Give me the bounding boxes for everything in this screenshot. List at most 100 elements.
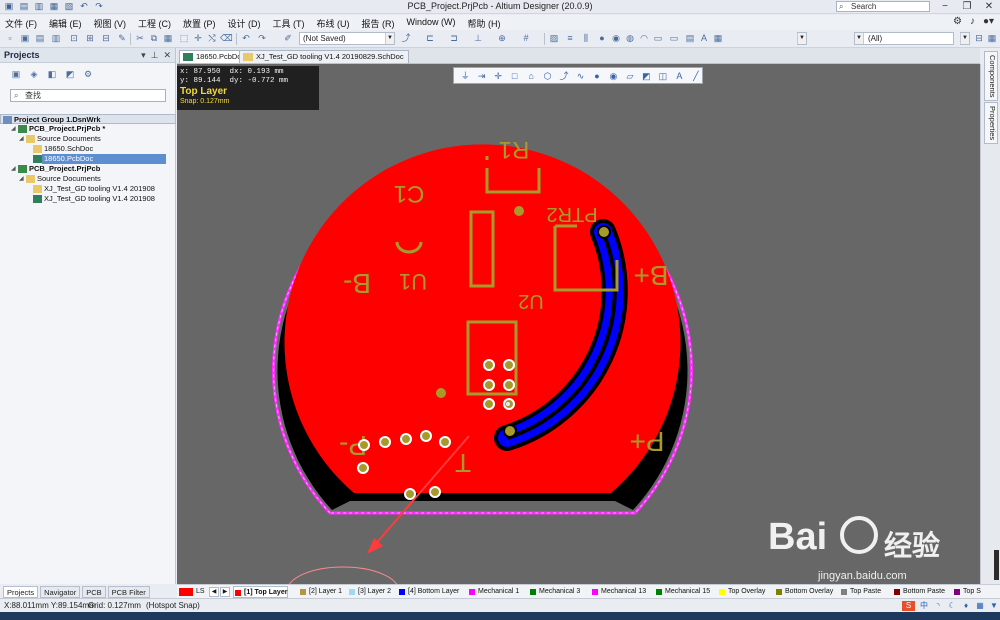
search-input[interactable]: ⌕ Search [836,1,930,12]
route-icon[interactable]: ⤴ [400,33,412,44]
folder-icon[interactable]: ◩ [64,69,76,80]
component-icon[interactable]: ▤ [684,33,696,44]
interactive-route-icon[interactable]: ⤴ [558,70,570,82]
zoom-selected-icon[interactable]: ⊟ [100,33,112,44]
language-icon[interactable]: 中 [919,601,929,611]
hatch-icon[interactable]: ▨ [548,33,560,44]
pin-icon[interactable]: ⊥ [151,48,159,63]
pad-icon[interactable]: ● [596,33,608,44]
menu-edit[interactable]: 编辑 (E) [49,17,82,30]
restore-button[interactable]: ❐ [956,0,978,13]
paste-icon[interactable]: ▦ [162,33,174,44]
zoom-fit-icon[interactable]: ⊡ [68,33,80,44]
tree-item-document[interactable]: 18650.PcbDoc [0,154,176,164]
menu-reports[interactable]: 报告 (R) [362,17,395,30]
close-icon[interactable]: ✕ [163,48,171,63]
chevron-down-icon[interactable]: ▼ [855,33,864,44]
layer-tab-layer-2[interactable]: [3] Layer 2 [348,586,391,598]
place-icon[interactable]: ⊥ [472,33,484,44]
menu-view[interactable]: 视图 (V) [94,17,127,30]
diff-pair-icon[interactable]: ≡ [564,33,576,44]
line-icon[interactable]: ╱ [690,70,702,82]
menu-design[interactable]: 设计 (D) [228,17,261,30]
collapse-arrow-icon[interactable]: ◢ [11,164,16,174]
layer-tab-mechanical-15[interactable]: Mechanical 15 [655,586,710,598]
tree-item-project[interactable]: ◢ PCB_Project.PrjPcb [0,164,176,174]
keyboard-icon[interactable]: ▦ [975,601,985,611]
layer-tab-top-overlay[interactable]: Top Overlay [718,586,765,598]
layer-tab-mechanical-1[interactable]: Mechanical 1 [468,586,519,598]
grid-snap-icon[interactable]: ⊕ [496,33,508,44]
grid-icon[interactable]: # [520,33,532,44]
collapse-arrow-icon[interactable]: ◢ [19,174,24,184]
distribute-icon[interactable]: ⊐ [448,33,460,44]
layer-tab-layer-1[interactable]: [2] Layer 1 [299,586,342,598]
menu-tools[interactable]: 工具 (T) [273,17,305,30]
align-icon[interactable]: ⊏ [424,33,436,44]
via-icon[interactable]: ◉ [607,70,619,82]
layer-next-icon[interactable]: ▶ [220,587,230,597]
chevron-down-icon[interactable]: ▼ [385,33,394,44]
tree-item-project[interactable]: ◢ PCB_Project.PrjPcb * [0,124,176,134]
tree-item-folder[interactable]: ◢ Source Documents [0,174,176,184]
tab-projects[interactable]: Projects [3,586,39,598]
tab-components[interactable]: Components [984,51,998,101]
layer-combo[interactable]: ▼ [797,32,807,45]
via-icon[interactable]: ◉ [610,33,622,44]
diff-pair-icon[interactable]: ∿ [574,70,586,82]
menu-route[interactable]: 布线 (U) [317,17,350,30]
tab-pcb[interactable]: PCB [82,586,106,598]
menu-help[interactable]: 帮助 (H) [468,17,501,30]
region-icon[interactable]: ▭ [652,33,664,44]
text-icon[interactable]: A [698,33,710,44]
select-area-icon[interactable]: ⬚ [178,33,190,44]
compile-icon[interactable]: ◈ [28,69,40,80]
highlight-icon[interactable]: ✐ [282,33,294,44]
layer-prev-icon[interactable]: ◀ [209,587,219,597]
arc-icon[interactable]: ◠ [638,33,650,44]
menu-window[interactable]: Window (W) [407,17,456,30]
redo-icon[interactable]: ↷ [256,33,268,44]
zoom-area-icon[interactable]: ⊞ [84,33,96,44]
polygon-icon[interactable]: ▭ [668,33,680,44]
ime-icon[interactable]: S [902,600,915,611]
panel-menu-icon[interactable]: ▾ [141,48,146,63]
print-icon[interactable]: ▤ [34,33,46,44]
clear-filter-icon[interactable]: ⌫ [220,33,233,44]
text-icon[interactable]: A [673,70,685,82]
select-rect-icon[interactable]: □ [508,70,520,82]
tree-item-group[interactable]: Project Group 1.DsnWrk [0,114,176,124]
move-icon[interactable]: ✛ [492,70,504,82]
chevron-down-icon[interactable]: ▼ [960,33,969,44]
deselect-icon[interactable]: ⤭ [206,33,218,44]
tree-item-document[interactable]: XJ_Test_GD tooling V1.4 201908 [0,194,176,204]
mic-icon[interactable]: ♦ [961,601,971,611]
undo-icon[interactable]: ↶ [240,33,252,44]
keepout-icon[interactable]: ◩ [640,70,652,82]
copy-icon[interactable]: ⧉ [148,33,160,44]
fill-icon[interactable]: ◍ [624,33,636,44]
filter-icon[interactable]: ⏚ [459,70,471,82]
tab-navigator[interactable]: Navigator [40,586,81,598]
select-icon[interactable]: ⇥ [475,70,487,82]
chevron-down-icon[interactable]: ▼ [797,33,806,44]
bell-icon[interactable]: ♪ [970,16,975,27]
print-preview-icon[interactable]: ▥ [50,33,62,44]
minimize-button[interactable]: − [934,0,956,13]
menu-project[interactable]: 工程 (C) [138,17,171,30]
options-combo[interactable]: ▼ [960,32,970,45]
layer-tab-top-layer[interactable]: [1] Top Layer [233,586,289,598]
punctuation-icon[interactable]: ◝ [933,601,943,611]
filter-combo[interactable]: ▼ (All) [854,32,954,45]
tab-schematic-document[interactable]: XJ_Test_GD tooling V1.4 20190829.SchDoc [239,50,409,63]
layer-set-label[interactable]: LS [194,586,205,598]
dimension-icon[interactable]: ◫ [657,70,669,82]
layer-tab-mechanical-13[interactable]: Mechanical 13 [591,586,646,598]
tree-item-document[interactable]: 18650.SchDoc [0,144,176,154]
move-icon[interactable]: ✛ [192,33,204,44]
save-state-combo[interactable]: (Not Saved) ▼ [299,32,395,45]
tab-pcb-filter[interactable]: PCB Filter [107,586,150,598]
pcb-canvas[interactable]: R1 C1 U1 U2 PTR2 B- B+ P- P+ T x: 87.950… [177,64,980,584]
gear-icon[interactable]: ⚙ [953,16,962,27]
route-icon[interactable]: ⬡ [541,70,553,82]
